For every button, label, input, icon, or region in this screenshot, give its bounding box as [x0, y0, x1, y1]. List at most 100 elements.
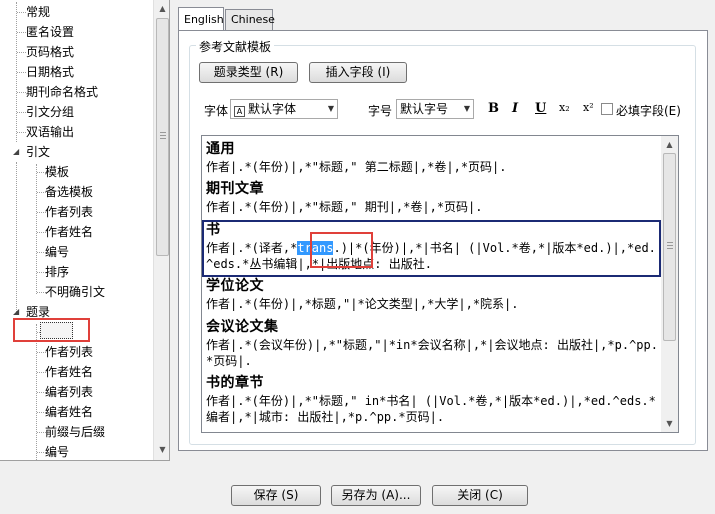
tree-item[interactable]: 排序	[0, 262, 153, 282]
tree-group-node[interactable]: ◢ 题录	[0, 302, 153, 322]
tree-group-node[interactable]: ◢ 引文	[0, 142, 153, 162]
section-template[interactable]: 作者|.*(会议年份)|,*"标题,"|*in*会议名称|,*|会议地点: 出版…	[206, 337, 658, 369]
tab-english[interactable]: English	[178, 7, 224, 30]
tree-selection-focus	[40, 322, 73, 339]
section-title: 学位论文	[206, 278, 264, 294]
tree-connector	[17, 12, 26, 13]
tree-item-label: 编号	[45, 445, 70, 459]
subscript-button[interactable]: x₂	[559, 101, 570, 114]
template-text: 作者|.*(译者,*	[206, 241, 298, 255]
tree-item-label: 页码格式	[26, 45, 75, 59]
tree-item[interactable]: 日期格式	[0, 62, 153, 82]
selected-field-text[interactable]: trans	[297, 241, 334, 255]
template-section-book-chapter: 书的章节 作者|.*(年份)|,*"标题," in*书名| (|Vol.*卷,*…	[206, 374, 662, 425]
tree-connector	[17, 112, 26, 113]
required-field-checkbox[interactable]	[601, 103, 613, 115]
tree-item[interactable]: 前缀与后缀	[0, 422, 153, 442]
scroll-up-icon[interactable]: ▲	[661, 136, 678, 153]
tree-item-label: 期刊命名格式	[26, 85, 99, 99]
template-section-thesis: 学位论文 作者|.*(年份)|,*标题,"|*论文类型|,*大学|,*院系|.	[206, 277, 662, 312]
template-section-journal: 期刊文章 作者|.*(年份)|,*"标题," 期刊|,*卷|,*页码|.	[206, 180, 662, 215]
superscript-button[interactable]: x²	[583, 101, 594, 114]
tree-item-label: 题录	[26, 305, 51, 319]
tab-english-label: English	[184, 13, 224, 26]
tree-item[interactable]: 作者列表	[0, 342, 153, 362]
font-select-value: 默认字体	[248, 102, 297, 116]
tree-item-label: 前缀与后缀	[45, 425, 106, 439]
tree-item[interactable]: 作者列表	[0, 202, 153, 222]
save-as-button[interactable]: 另存为 (A)...	[331, 485, 421, 506]
tree-item[interactable]: 编者列表	[0, 382, 153, 402]
template-editor[interactable]: 通用 作者|.*(年份)|,*"标题," 第二标题|,*卷|,*页码|. 期刊文…	[201, 135, 679, 433]
tree-scrollbar[interactable]: ▲ ▼	[153, 0, 169, 460]
tree-list: 常规 匿名设置 页码格式 日期格式 期刊命名格式 引文分组 双语输出 ◢ 引文 模板 备选模板 作者列…	[0, 2, 153, 460]
tree-item[interactable]: 常规	[0, 2, 153, 22]
editor-scrollbar[interactable]: ▲ ▼	[661, 136, 678, 432]
template-section-book: 书 作者|.*(译者,*trans.)|*(年份)|,*|书名| (|Vol.*…	[206, 221, 662, 272]
tree-item-label: 模板	[45, 165, 70, 179]
tree-item[interactable]: 作者姓名	[0, 222, 153, 242]
ref-type-button[interactable]: 题录类型 (R)	[199, 62, 298, 83]
font-label: 字体	[204, 104, 229, 118]
section-title: 书	[206, 222, 221, 238]
scroll-up-icon[interactable]: ▲	[154, 0, 169, 17]
close-label: 关闭 (C)	[457, 488, 503, 502]
bold-button[interactable]: B	[488, 101, 499, 116]
tree-connector	[17, 52, 26, 53]
tab-chinese[interactable]: Chinese	[225, 9, 275, 30]
chevron-down-icon: ▼	[327, 104, 334, 113]
tree-item[interactable]: 模板	[0, 322, 153, 342]
tree-item-label: 匿名设置	[26, 25, 75, 39]
section-template[interactable]: 作者|.*(年份)|,*标题,"|*论文类型|,*大学|,*院系|.	[206, 296, 658, 312]
settings-tree[interactable]: 常规 匿名设置 页码格式 日期格式 期刊命名格式 引文分组 双语输出 ◢ 引文 模板 备选模板 作者列…	[0, 0, 170, 461]
section-title: 通用	[206, 141, 235, 157]
tree-connector	[17, 132, 26, 133]
underline-button[interactable]: U	[535, 101, 546, 116]
save-as-label: 另存为 (A)...	[341, 488, 411, 502]
expand-toggle-icon[interactable]: ◢	[13, 302, 23, 322]
tree-item[interactable]: 双语输出	[0, 122, 153, 142]
required-field-label: 必填字段(E)	[616, 104, 681, 118]
tree-item-label: 排序	[45, 265, 70, 279]
font-select[interactable]: A 默认字体 ▼	[230, 99, 338, 119]
ref-type-label: 题录类型 (R)	[213, 65, 284, 79]
section-title: 书的章节	[206, 375, 264, 391]
section-title: 期刊文章	[206, 181, 264, 197]
insert-field-label: 插入字段 (I)	[325, 65, 391, 79]
template-section-proceedings: 会议论文集 作者|.*(会议年份)|,*"标题,"|*in*会议名称|,*|会议…	[206, 318, 662, 369]
section-template[interactable]: 作者|.*(译者,*trans.)|*(年份)|,*|书名| (|Vol.*卷,…	[206, 240, 658, 272]
section-title: 会议论文集	[206, 319, 279, 335]
scroll-down-icon[interactable]: ▼	[661, 415, 678, 432]
tree-item[interactable]: 期刊命名格式	[0, 82, 153, 102]
tree-item[interactable]: 匿名设置	[0, 22, 153, 42]
tree-item-label: 引文	[26, 145, 51, 159]
section-template[interactable]: 作者|.*(年份)|,*"标题," in*书名| (|Vol.*卷,*|版本*e…	[206, 393, 658, 425]
expand-toggle-icon[interactable]: ◢	[13, 142, 23, 162]
size-label: 字号	[368, 104, 393, 118]
tree-item[interactable]: 编号	[0, 442, 153, 460]
tree-item[interactable]: 备选模板	[0, 182, 153, 202]
tree-connector	[17, 32, 26, 33]
scroll-thumb[interactable]	[663, 153, 676, 341]
tree-item[interactable]: 作者姓名	[0, 362, 153, 382]
template-section-general: 通用 作者|.*(年份)|,*"标题," 第二标题|,*卷|,*页码|.	[206, 140, 662, 175]
tree-item[interactable]: 页码格式	[0, 42, 153, 62]
save-button[interactable]: 保存 (S)	[231, 485, 321, 506]
tree-item[interactable]: 模板	[0, 162, 153, 182]
size-select[interactable]: 默认字号 ▼	[396, 99, 474, 119]
italic-button[interactable]: I	[512, 101, 518, 116]
scroll-down-icon[interactable]: ▼	[154, 441, 169, 458]
section-template[interactable]: 作者|.*(年份)|,*"标题," 第二标题|,*卷|,*页码|.	[206, 159, 658, 175]
insert-field-button[interactable]: 插入字段 (I)	[309, 62, 407, 83]
tree-item[interactable]: 不明确引文	[0, 282, 153, 302]
section-template[interactable]: 作者|.*(年份)|,*"标题," 期刊|,*卷|,*页码|.	[206, 199, 658, 215]
tree-item[interactable]: 编号	[0, 242, 153, 262]
size-select-value: 默认字号	[400, 102, 449, 116]
tree-item-label: 双语输出	[26, 125, 75, 139]
tree-item[interactable]: 编者姓名	[0, 402, 153, 422]
tree-item-label: 作者列表	[45, 205, 94, 219]
scroll-thumb[interactable]	[156, 18, 169, 256]
tree-item[interactable]: 引文分组	[0, 102, 153, 122]
tree-item-label: 编号	[45, 245, 70, 259]
close-button[interactable]: 关闭 (C)	[432, 485, 528, 506]
